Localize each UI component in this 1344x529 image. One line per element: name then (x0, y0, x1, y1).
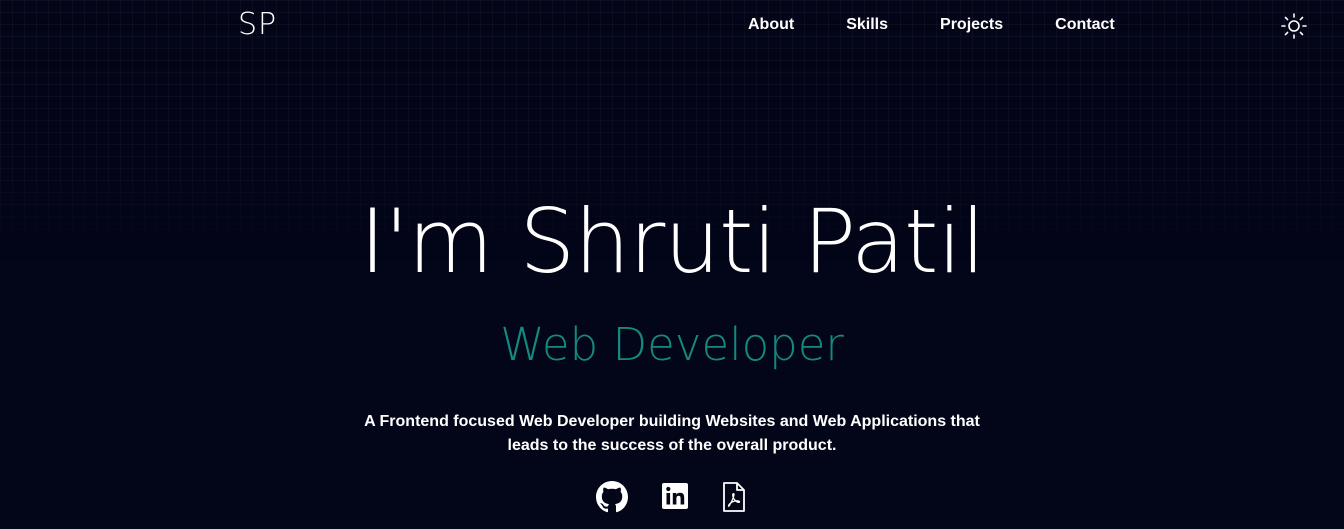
theme-toggle-button[interactable] (1280, 12, 1308, 40)
sun-icon (1281, 13, 1307, 39)
hero-title: I'm Shruti Patil (359, 190, 986, 293)
hero-description: A Frontend focused Web Developer buildin… (364, 413, 980, 454)
main-nav: About Skills Projects Contact (748, 15, 1115, 35)
linkedin-link[interactable] (660, 481, 692, 513)
github-icon (596, 481, 628, 513)
logo-link[interactable]: SP (238, 7, 277, 43)
site-header: SP About Skills Projects Contact (0, 0, 1344, 52)
nav-link-projects[interactable]: Projects (940, 15, 1003, 35)
nav-link-about[interactable]: About (748, 15, 794, 35)
hero-role: Web Developer (500, 318, 844, 371)
github-link[interactable] (596, 481, 628, 513)
nav-link-skills[interactable]: Skills (846, 15, 888, 35)
resume-link[interactable] (721, 481, 753, 513)
social-links (596, 481, 756, 513)
nav-link-contact[interactable]: Contact (1055, 15, 1115, 35)
linkedin-icon (662, 483, 688, 509)
pdf-resume-icon (723, 482, 745, 512)
